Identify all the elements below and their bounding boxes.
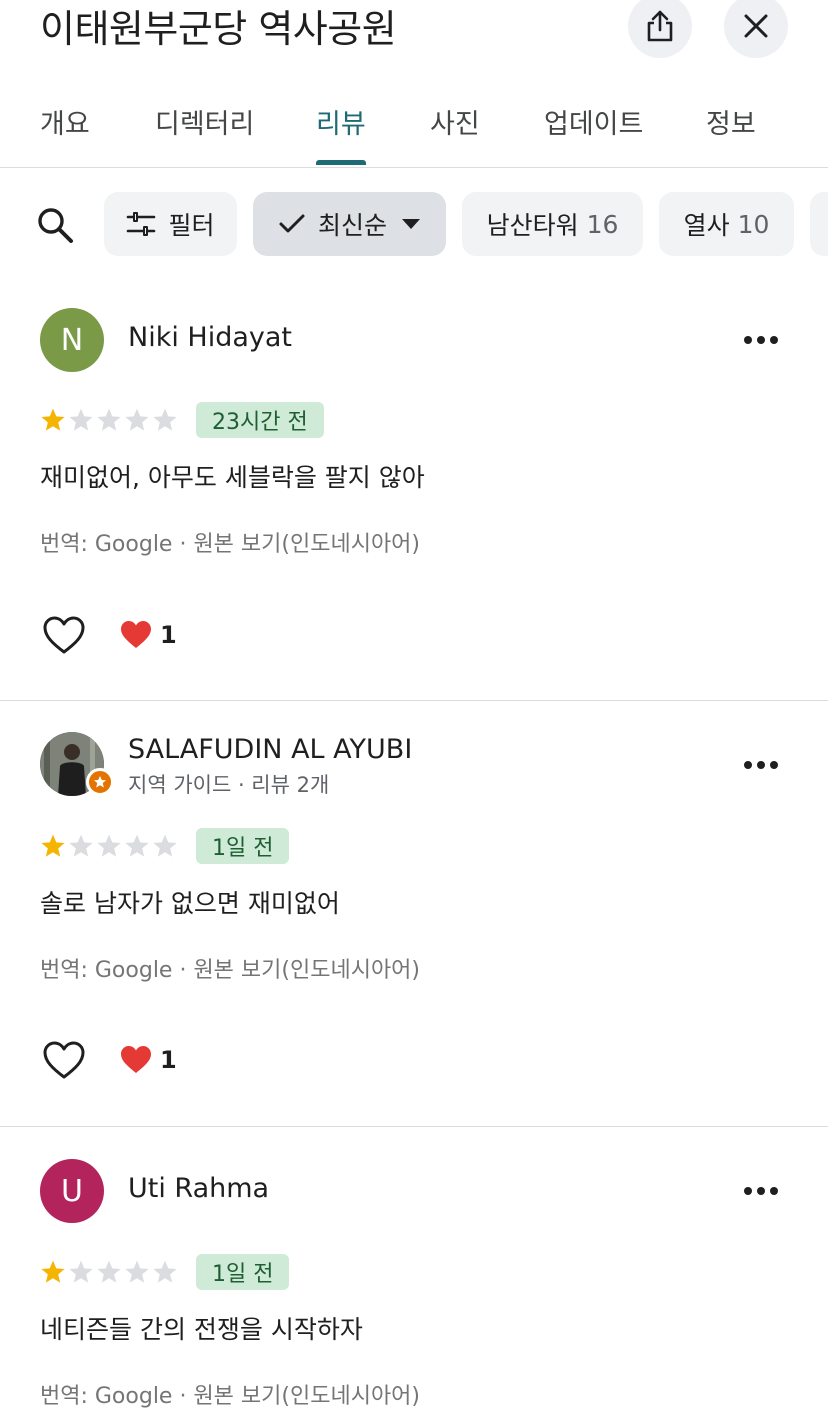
tab-reviews[interactable]: 리뷰 xyxy=(316,102,366,141)
dot-icon xyxy=(770,336,778,344)
dot-icon xyxy=(757,336,765,344)
red-heart-icon xyxy=(121,621,151,648)
active-tab-indicator xyxy=(316,160,366,165)
review-card: U Uti Rahma 1일 전 네티즌들 간의 전쟁을 시작하자 번역: Go… xyxy=(0,1127,828,1412)
close-button[interactable] xyxy=(724,0,788,58)
reactions[interactable]: 1 xyxy=(120,1045,177,1075)
star-rating xyxy=(40,833,178,859)
filter-chip[interactable]: 필터 xyxy=(104,192,237,256)
star-empty-icon xyxy=(69,834,93,857)
review-text: 네티즌들 간의 전쟁을 시작하자 xyxy=(40,1315,363,1344)
translation-link[interactable]: 번역: Google · 원본 보기(인도네시아어) xyxy=(40,1378,420,1410)
heart-outline-icon[interactable] xyxy=(42,615,86,655)
share-icon xyxy=(647,10,673,42)
star-empty-icon xyxy=(125,834,149,857)
search-icon[interactable] xyxy=(36,206,74,244)
dot-icon xyxy=(770,761,778,769)
share-button[interactable] xyxy=(628,0,692,58)
sliders-icon xyxy=(126,211,156,237)
review-chip-bar: 필터 최신순 남산타워 16 열사 10 xyxy=(0,192,828,258)
place-header: 이태원부군당 역사공원 개요 디렉터리 리뷰 사진 업데이트 정보 xyxy=(0,0,828,168)
more-options-button[interactable] xyxy=(744,761,778,769)
review-text: 재미없어, 아무도 세블락을 팔지 않아 xyxy=(40,463,425,492)
star-empty-icon xyxy=(125,1260,149,1283)
more-options-button[interactable] xyxy=(744,336,778,344)
dot-icon xyxy=(770,1187,778,1195)
reactions[interactable]: 1 xyxy=(120,620,177,650)
star-empty-icon xyxy=(97,1260,121,1283)
topic-chip-count: 16 xyxy=(586,209,619,239)
topic-chip[interactable]: 남산타워 16 xyxy=(462,192,643,256)
star-filled-icon xyxy=(41,834,65,857)
review-card: N Niki Hidayat 23시간 전 재미없어, 아무도 세블락을 팔지 … xyxy=(0,276,828,701)
reviewer-name[interactable]: SALAFUDIN AL AYUBI xyxy=(128,734,412,765)
tab-about[interactable]: 정보 xyxy=(706,102,756,141)
dot-icon xyxy=(744,1187,752,1195)
topic-chip-label: 열사 xyxy=(683,211,730,240)
check-icon xyxy=(278,212,306,236)
topic-chip-count: 10 xyxy=(737,209,770,239)
star-empty-icon xyxy=(69,1260,93,1283)
tab-directory[interactable]: 디렉터리 xyxy=(155,102,254,141)
star-empty-icon xyxy=(125,408,149,431)
star-empty-icon xyxy=(153,1260,177,1283)
tab-overview[interactable]: 개요 xyxy=(40,102,90,141)
topic-chip[interactable] xyxy=(810,192,828,256)
star-rating xyxy=(40,1259,178,1285)
place-title: 이태원부군당 역사공원 xyxy=(40,7,397,51)
translation-link[interactable]: 번역: Google · 원본 보기(인도네시아어) xyxy=(40,526,420,558)
reaction-count: 1 xyxy=(160,1046,177,1074)
avatar[interactable]: N xyxy=(40,308,104,372)
translation-link[interactable]: 번역: Google · 원본 보기(인도네시아어) xyxy=(40,952,420,984)
heart-outline-icon[interactable] xyxy=(42,1040,86,1080)
star-empty-icon xyxy=(153,834,177,857)
star-filled-icon xyxy=(41,1260,65,1283)
reviewer-name[interactable]: Niki Hidayat xyxy=(128,322,292,353)
review-time-badge: 23시간 전 xyxy=(196,402,324,438)
reaction-count: 1 xyxy=(160,621,177,649)
review-text: 솔로 남자가 없으면 재미없어 xyxy=(40,889,340,918)
red-heart-icon xyxy=(121,1046,151,1073)
avatar[interactable]: U xyxy=(40,1159,104,1223)
dot-icon xyxy=(757,1187,765,1195)
tab-bar: 개요 디렉터리 리뷰 사진 업데이트 정보 xyxy=(0,96,828,168)
caret-down-icon xyxy=(401,218,421,230)
review-card: SALAFUDIN AL AYUBI 지역 가이드 · 리뷰 2개 1일 전 솔… xyxy=(0,701,828,1127)
more-options-button[interactable] xyxy=(744,1187,778,1195)
tab-updates[interactable]: 업데이트 xyxy=(544,102,643,141)
filter-chip-label: 필터 xyxy=(168,211,215,240)
avatar[interactable] xyxy=(40,732,114,796)
star-empty-icon xyxy=(69,408,93,431)
sort-chip-label: 최신순 xyxy=(317,211,387,240)
tab-photos[interactable]: 사진 xyxy=(430,102,480,141)
review-time-badge: 1일 전 xyxy=(196,1254,290,1290)
reviewer-name[interactable]: Uti Rahma xyxy=(128,1173,269,1204)
dot-icon xyxy=(744,336,752,344)
star-rating xyxy=(40,407,178,433)
star-empty-icon xyxy=(153,408,177,431)
sort-chip[interactable]: 최신순 xyxy=(253,192,446,256)
dot-icon xyxy=(757,761,765,769)
star-empty-icon xyxy=(97,834,121,857)
reviewer-subtitle: 지역 가이드 · 리뷰 2개 xyxy=(128,773,330,797)
topic-chip[interactable]: 열사 10 xyxy=(659,192,794,256)
topic-chip-label: 남산타워 xyxy=(486,211,579,240)
star-empty-icon xyxy=(97,408,121,431)
star-filled-icon xyxy=(41,408,65,431)
local-guide-badge-icon xyxy=(86,768,114,796)
review-time-badge: 1일 전 xyxy=(196,828,290,864)
close-icon xyxy=(744,14,768,38)
dot-icon xyxy=(744,761,752,769)
